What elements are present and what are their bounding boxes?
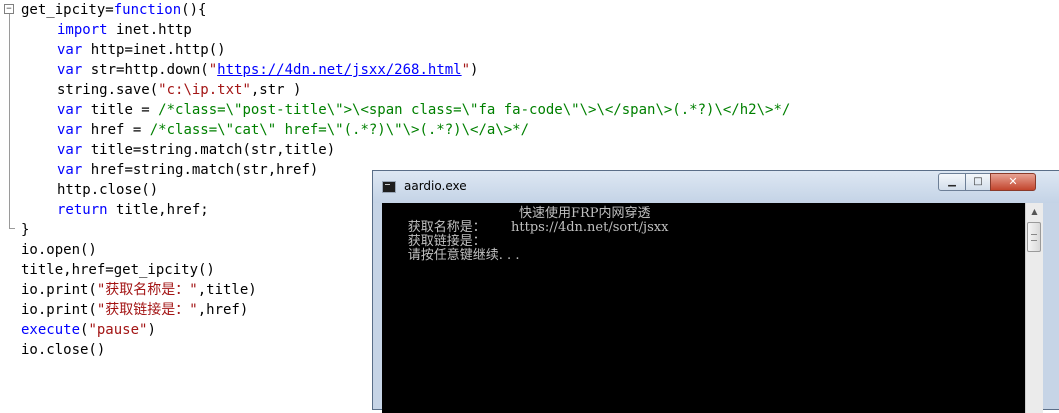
fold-guide-line [9,14,10,228]
scroll-thumb[interactable] [1027,222,1041,252]
console-app-icon [382,181,396,193]
code-link[interactable]: https://4dn.net/jsxx/268.html [217,62,461,78]
code-line: io.close() [21,340,105,360]
code-token: inet.http [107,22,192,38]
code-token: str=http.down( [82,62,209,78]
code-line: var title = /*class=\"post-title\">\<spa… [57,100,790,120]
console-label: 请按任意键继续. . . [407,248,520,263]
code-token: " [461,62,471,78]
code-token: io.open() [21,242,97,258]
code-token: function [113,2,182,18]
code-token: title=string.match(str,title) [82,142,336,158]
code-line: io.open() [21,240,97,260]
code-token: var [57,122,83,138]
console-line-pause: 请按任意键继续. . . [383,235,520,263]
fold-toggle-icon[interactable]: − [4,4,14,14]
code-token: href = [82,122,150,138]
code-line: var str=http.down("https://4dn.net/jsxx/… [57,60,478,80]
code-token: var [57,142,83,158]
console-title-bar[interactable]: aardio.exe ▁ □ ✕ [373,171,1059,203]
code-line: var title=string.match(str,title) [57,140,335,160]
code-token: "pause" [88,322,148,338]
code-token: } [21,222,30,238]
code-token: http.close() [57,182,159,198]
code-token: get_ipcity= [21,2,114,18]
code-line: http.close() [57,180,158,200]
console-window-title: aardio.exe [404,179,467,193]
code-line: var href = /*class=\"cat\" href=\"(.*?)\… [57,120,529,140]
code-line: io.print("获取链接是：",href) [21,300,248,320]
code-token: http=inet.http() [82,42,226,58]
code-token: ) [147,322,156,338]
code-line: string.save("c:\ip.txt",str ) [57,80,301,100]
code-token: return [57,202,108,218]
code-token: io.close() [21,342,106,358]
console-scrollbar[interactable]: ▲ [1025,203,1043,413]
code-token: var [57,62,83,78]
code-token: title = [82,102,159,118]
code-token: var [57,162,83,178]
code-token: ,str ) [250,82,302,98]
code-token: execute [21,322,81,338]
fold-guide-end [9,228,15,229]
code-token: var [57,102,83,118]
code-token: io.print( [21,302,97,318]
code-line: io.print("获取名称是：",title) [21,280,257,300]
console-line-link: 获取链接是： https://4dn.net/sort/jsxx [383,221,669,249]
code-token: title,href; [107,202,209,218]
code-token: /*class=\"cat\" href=\"(.*?)\"\>(.*?)\</… [149,122,530,138]
maximize-button[interactable]: □ [965,173,991,191]
code-line: var href=string.match(str,href) [57,160,318,180]
code-token: /*class=\"post-title\">\<span class=\"fa… [158,102,791,118]
code-token: "c:\ip.txt" [158,82,251,98]
console-value: 快速使用FRP内网穿透 [519,206,651,221]
close-button[interactable]: ✕ [990,173,1036,191]
code-token: ,href) [197,302,249,318]
console-value: https://4dn.net/sort/jsxx [511,220,669,235]
code-line: import inet.http [57,20,192,40]
code-token: title,href=get_ipcity() [21,262,215,278]
code-token: "获取名称是：" [96,282,198,298]
code-token: io.print( [21,282,97,298]
code-token: (){ [181,2,207,18]
code-line: return title,href; [57,200,209,220]
code-token: " [208,62,218,78]
code-line: execute("pause") [21,320,156,340]
code-line: } [21,220,29,240]
code-line: title,href=get_ipcity() [21,260,215,280]
code-token: ,title) [197,282,257,298]
code-token: import [57,22,108,38]
code-line: get_ipcity=function(){ [21,0,206,20]
console-line-name: 获取名称是： 快速使用FRP内网穿透 [383,207,651,235]
console-window[interactable]: aardio.exe ▁ □ ✕ 获取名称是： 快速使用FRP内网穿透 获取链接是… [372,170,1059,413]
code-token: "获取链接是：" [96,302,198,318]
minimize-button[interactable]: ▁ [938,173,966,191]
code-token: var [57,42,83,58]
code-token: ) [470,62,479,78]
code-token: string.save( [57,82,159,98]
code-line: var http=inet.http() [57,40,226,60]
console-output[interactable]: 获取名称是： 快速使用FRP内网穿透 获取链接是： https://4dn.net/… [382,203,1025,413]
code-token: href=string.match(str,href) [82,162,319,178]
scroll-up-arrow-icon[interactable]: ▲ [1026,203,1043,220]
